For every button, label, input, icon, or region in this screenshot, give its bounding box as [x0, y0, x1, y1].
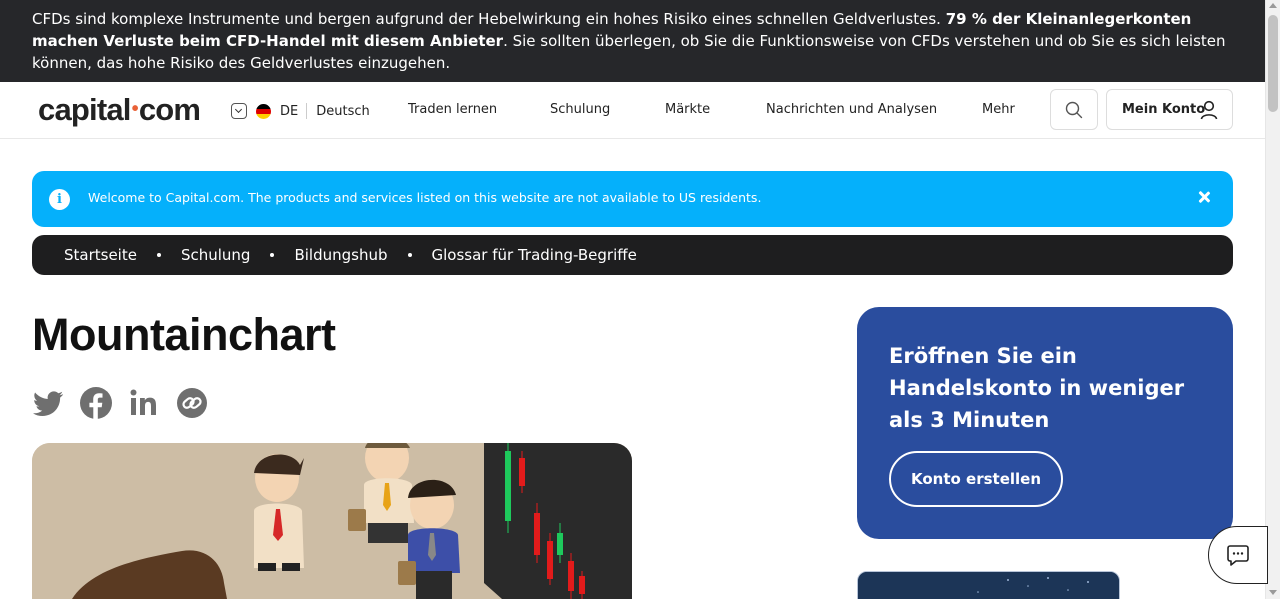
copy-link-icon[interactable]	[176, 387, 208, 419]
nav-mehr[interactable]: Mehr	[982, 102, 1015, 117]
article-hero-image	[32, 443, 632, 599]
capital-logo[interactable]: capital•com	[38, 92, 201, 128]
open-account-card: Eröffnen Sie ein Handelskonto in weniger…	[857, 307, 1233, 539]
breadcrumb-item-glossar[interactable]: Glossar für Trading-Begriffe	[432, 246, 637, 264]
language-selector[interactable]: DE Deutsch	[231, 102, 370, 120]
site-header: capital•com DE Deutsch Traden lernen Sch…	[0, 82, 1265, 139]
scroll-up-arrow[interactable]	[1269, 3, 1277, 8]
breadcrumb-item-schulung[interactable]: Schulung	[181, 246, 251, 264]
card-title: Eröffnen Sie ein Handelskonto in weniger…	[889, 344, 1185, 432]
breadcrumb-separator	[156, 253, 161, 257]
logo-dot: •	[131, 98, 139, 120]
search-button[interactable]	[1050, 89, 1098, 130]
linkedin-icon[interactable]	[128, 387, 160, 419]
user-icon	[1200, 100, 1218, 120]
breadcrumb-separator	[270, 253, 275, 257]
nav-nachrichten-und-analysen[interactable]: Nachrichten und Analysen	[766, 102, 937, 117]
breadcrumb-item-startseite[interactable]: Startseite	[64, 246, 137, 264]
my-account-label: Mein Konto	[1122, 102, 1206, 117]
search-icon	[1065, 101, 1083, 118]
logo-text-left: capital	[38, 92, 131, 127]
notice-message: Welcome to Capital.com. The products and…	[88, 190, 762, 205]
scroll-down-arrow[interactable]	[1269, 590, 1277, 595]
cartoon-trader	[254, 454, 304, 571]
my-account-button[interactable]: Mein Konto	[1106, 89, 1233, 130]
chevron-down-icon	[231, 103, 247, 119]
language-name: Deutsch	[316, 103, 370, 119]
info-icon: i	[49, 189, 70, 210]
nav-maerkte[interactable]: Märkte	[665, 102, 710, 117]
nav-traden-lernen[interactable]: Traden lernen	[408, 102, 497, 117]
page-title: Mountainchart	[32, 309, 336, 360]
scroll-thumb[interactable]	[1268, 15, 1278, 112]
scrollbar[interactable]	[1265, 0, 1280, 599]
create-account-button[interactable]: Konto erstellen	[889, 451, 1063, 507]
us-residents-notice: i Welcome to Capital.com. The products a…	[32, 171, 1233, 227]
chat-icon	[1227, 545, 1249, 566]
logo-text-right: com	[138, 92, 201, 127]
germany-flag-icon	[256, 103, 271, 119]
divider	[306, 103, 308, 119]
risk-warning-banner: CFDs sind komplexe Instrumente und berge…	[0, 0, 1265, 82]
starfield-image	[858, 572, 1119, 599]
promo-banner[interactable]	[857, 571, 1120, 599]
facebook-icon[interactable]	[80, 387, 112, 419]
risk-warning-text: CFDs sind komplexe Instrumente und berge…	[32, 10, 946, 28]
twitter-icon[interactable]	[32, 387, 64, 419]
breadcrumb: Startseite Schulung Bildungshub Glossar …	[32, 235, 1233, 275]
chat-button[interactable]	[1208, 526, 1268, 584]
nav-schulung[interactable]: Schulung	[550, 102, 610, 117]
close-icon[interactable]	[1195, 188, 1213, 206]
breadcrumb-item-bildungshub[interactable]: Bildungshub	[294, 246, 387, 264]
language-code: DE	[280, 103, 299, 119]
breadcrumb-separator	[407, 253, 412, 257]
traders-chart-illustration	[32, 443, 632, 599]
